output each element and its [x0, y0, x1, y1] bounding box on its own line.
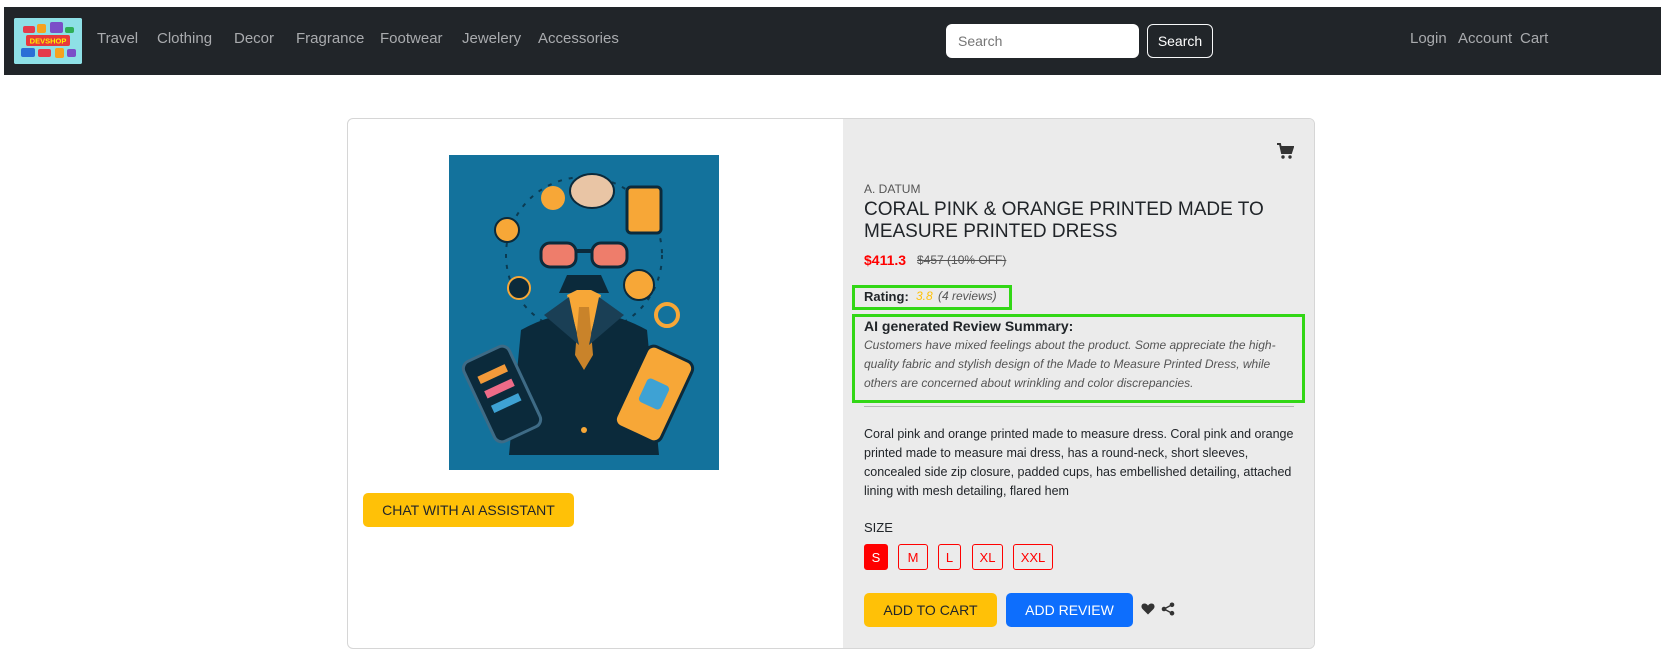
nav-link-clothing[interactable]: Clothing	[157, 29, 212, 49]
product-card: CHAT WITH AI ASSISTANT A. DATUM CORAL PI…	[347, 118, 1315, 649]
search-button[interactable]: Search	[1147, 24, 1213, 58]
cart-icon[interactable]	[1276, 142, 1295, 160]
nav-link-footwear[interactable]: Footwear	[380, 29, 443, 49]
heart-icon[interactable]	[1141, 602, 1155, 616]
review-summary-title: AI generated Review Summary:	[864, 318, 1074, 334]
rating-label: Rating:	[864, 289, 909, 304]
navbar: DEVSHOP Travel Clothing Decor Fragrance …	[4, 7, 1661, 75]
nav-link-accessories[interactable]: Accessories	[538, 29, 619, 49]
product-illustration	[449, 155, 719, 470]
add-review-button[interactable]: ADD REVIEW	[1006, 593, 1133, 627]
rating-count: (4 reviews)	[938, 289, 997, 303]
size-button-m[interactable]: M	[898, 544, 928, 570]
logo[interactable]: DEVSHOP	[14, 18, 82, 64]
search-input[interactable]	[946, 24, 1139, 58]
divider	[864, 406, 1294, 407]
nav-link-account[interactable]: Account	[1458, 29, 1512, 49]
size-button-xxl[interactable]: XXL	[1013, 544, 1053, 570]
product-old-price: $457 (10% OFF)	[917, 253, 1007, 267]
logo-text: DEVSHOP	[30, 37, 67, 46]
product-price: $411.3	[864, 252, 907, 268]
add-to-cart-button[interactable]: ADD TO CART	[864, 593, 997, 627]
product-brand: A. DATUM	[864, 182, 921, 196]
nav-link-fragrance[interactable]: Fragrance	[296, 29, 364, 49]
product-image	[449, 155, 719, 470]
nav-link-jewelery[interactable]: Jewelery	[462, 29, 521, 49]
nav-link-travel[interactable]: Travel	[97, 29, 138, 49]
chat-with-ai-button[interactable]: CHAT WITH AI ASSISTANT	[363, 493, 574, 527]
nav-link-decor[interactable]: Decor	[234, 29, 274, 49]
logo-graphic: DEVSHOP	[14, 18, 82, 64]
product-details: A. DATUM CORAL PINK & ORANGE PRINTED MAD…	[843, 119, 1314, 648]
size-button-xl[interactable]: XL	[972, 544, 1003, 570]
nav-link-cart[interactable]: Cart	[1520, 29, 1548, 49]
size-button-s[interactable]: S	[864, 544, 888, 570]
product-title: CORAL PINK & ORANGE PRINTED MADE TO MEAS…	[864, 199, 1264, 242]
nav-link-login[interactable]: Login	[1410, 29, 1447, 49]
size-label: SIZE	[864, 520, 893, 535]
share-icon[interactable]	[1161, 602, 1175, 616]
review-summary-text: Customers have mixed feelings about the …	[864, 338, 1276, 390]
product-description: Coral pink and orange printed made to me…	[864, 427, 1294, 498]
size-button-l[interactable]: L	[938, 544, 961, 570]
rating-value: 3.8	[916, 289, 933, 303]
